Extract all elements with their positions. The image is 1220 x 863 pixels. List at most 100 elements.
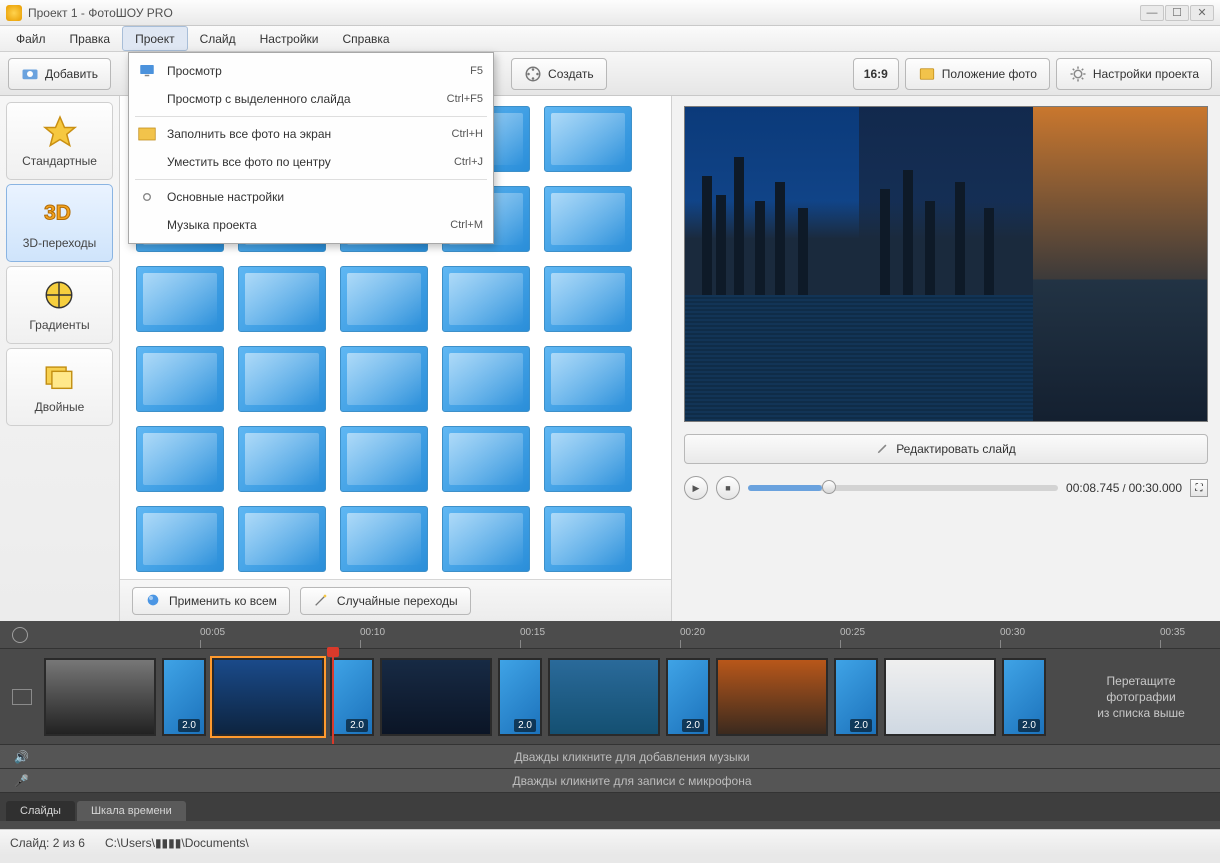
3d-icon: 3D xyxy=(42,196,78,232)
menu-item-preview[interactable]: Просмотр F5 xyxy=(129,57,493,85)
minimize-button[interactable]: — xyxy=(1140,5,1164,21)
menu-file[interactable]: Файл xyxy=(4,26,58,51)
aspect-ratio-button[interactable]: 16:9 xyxy=(853,58,899,90)
transition-thumb[interactable] xyxy=(544,106,632,172)
timeline-clip[interactable] xyxy=(716,658,828,736)
random-button[interactable]: Случайные переходы xyxy=(300,587,471,615)
svg-text:3D: 3D xyxy=(44,201,71,224)
timeline-transition[interactable]: 2.0 xyxy=(666,658,710,736)
video-track[interactable]: 2.0 2.0 2.0 2.0 2.0 2.0 Перетащитефотогр… xyxy=(0,649,1220,745)
timeline-transition[interactable]: 2.0 xyxy=(330,658,374,736)
menu-settings[interactable]: Настройки xyxy=(248,26,331,51)
timeline-clip[interactable] xyxy=(884,658,996,736)
timeline-transition[interactable]: 2.0 xyxy=(162,658,206,736)
ruler-tick: 00:35 xyxy=(1160,621,1185,648)
clip-duration: 2.0 xyxy=(514,719,536,732)
transition-thumb[interactable] xyxy=(238,506,326,572)
menu-separator xyxy=(135,179,487,180)
create-button[interactable]: Создать xyxy=(511,58,607,90)
category-label: Градиенты xyxy=(29,318,89,332)
window-titlebar: Проект 1 - ФотоШОУ PRO — ☐ ✕ xyxy=(0,0,1220,26)
pencil-icon xyxy=(876,441,890,458)
transition-thumb[interactable] xyxy=(442,266,530,332)
mic-track[interactable]: 🎤 Дважды кликните для записи с микрофона xyxy=(0,769,1220,793)
transition-thumb[interactable] xyxy=(544,506,632,572)
project-settings-button[interactable]: Настройки проекта xyxy=(1056,58,1212,90)
menu-slide[interactable]: Слайд xyxy=(188,26,248,51)
transition-thumb[interactable] xyxy=(442,426,530,492)
category-label: 3D-переходы xyxy=(23,236,97,250)
tab-slides[interactable]: Слайды xyxy=(6,801,75,821)
status-path: C:\Users\▮▮▮▮\Documents\ xyxy=(105,836,249,850)
ruler-tick: 00:20 xyxy=(680,621,705,648)
timeline-clip[interactable] xyxy=(44,658,156,736)
transition-thumb[interactable] xyxy=(136,506,224,572)
menu-item-preview-from-slide[interactable]: Просмотр с выделенного слайда Ctrl+F5 xyxy=(129,85,493,113)
menubar: Файл Правка Проект Слайд Настройки Справ… xyxy=(0,26,1220,52)
add-label: Добавить xyxy=(45,67,98,81)
category-3d[interactable]: 3D 3D-переходы xyxy=(6,184,113,262)
transition-thumb[interactable] xyxy=(340,506,428,572)
transition-thumb[interactable] xyxy=(442,346,530,412)
seek-slider[interactable] xyxy=(748,485,1058,491)
transition-thumb[interactable] xyxy=(238,426,326,492)
category-gradients[interactable]: Градиенты xyxy=(6,266,113,344)
wand-icon xyxy=(313,592,331,610)
transition-thumb[interactable] xyxy=(544,346,632,412)
music-track[interactable]: 🔊 Дважды кликните для добавления музыки xyxy=(0,745,1220,769)
play-button[interactable]: ▶ xyxy=(684,476,708,500)
add-button[interactable]: Добавить xyxy=(8,58,111,90)
photo-icon xyxy=(918,65,936,83)
app-icon xyxy=(6,5,22,21)
playhead[interactable] xyxy=(332,649,334,744)
clip-duration: 2.0 xyxy=(850,719,872,732)
photo-position-button[interactable]: Положение фото xyxy=(905,58,1050,90)
timeline-clip[interactable] xyxy=(212,658,324,736)
menu-item-project-music[interactable]: Музыка проекта Ctrl+M xyxy=(129,211,493,239)
maximize-button[interactable]: ☐ xyxy=(1165,5,1189,21)
transition-thumb[interactable] xyxy=(340,266,428,332)
transition-thumb[interactable] xyxy=(238,346,326,412)
transition-thumb[interactable] xyxy=(544,426,632,492)
sphere-icon xyxy=(42,278,78,314)
transition-thumb[interactable] xyxy=(340,426,428,492)
ruler-tick: 00:15 xyxy=(520,621,545,648)
transition-thumb[interactable] xyxy=(238,266,326,332)
transition-thumb[interactable] xyxy=(544,186,632,252)
menu-help[interactable]: Справка xyxy=(330,26,401,51)
transition-thumb[interactable] xyxy=(136,426,224,492)
timeline-transition[interactable]: 2.0 xyxy=(498,658,542,736)
clip-duration: 2.0 xyxy=(682,719,704,732)
gear-icon xyxy=(137,187,157,207)
project-settings-label: Настройки проекта xyxy=(1093,67,1199,81)
clip-duration: 2.0 xyxy=(346,719,368,732)
edit-slide-button[interactable]: Редактировать слайд xyxy=(684,434,1208,464)
menu-item-main-settings[interactable]: Основные настройки xyxy=(129,183,493,211)
timeline-transition[interactable]: 2.0 xyxy=(1002,658,1046,736)
transition-thumb[interactable] xyxy=(340,346,428,412)
category-standard[interactable]: Стандартные xyxy=(6,102,113,180)
close-button[interactable]: ✕ xyxy=(1190,5,1214,21)
apply-all-button[interactable]: Применить ко всем xyxy=(132,587,290,615)
mic-icon: 🎤 xyxy=(14,774,28,788)
ruler-tick: 00:25 xyxy=(840,621,865,648)
tab-timeline[interactable]: Шкала времени xyxy=(77,801,186,821)
timeline-transition[interactable]: 2.0 xyxy=(834,658,878,736)
transition-thumb[interactable] xyxy=(544,266,632,332)
fullscreen-button[interactable]: ⛶ xyxy=(1190,479,1208,497)
photo-icon xyxy=(137,124,157,144)
transition-thumb[interactable] xyxy=(442,506,530,572)
category-double[interactable]: Двойные xyxy=(6,348,113,426)
stop-button[interactable]: ■ xyxy=(716,476,740,500)
transition-thumb[interactable] xyxy=(136,266,224,332)
menu-item-center-photos[interactable]: Уместить все фото по центру Ctrl+J xyxy=(129,148,493,176)
time-ruler[interactable]: 00:05 00:10 00:15 00:20 00:25 00:30 00:3… xyxy=(0,621,1220,649)
photo-position-label: Положение фото xyxy=(942,67,1037,81)
menu-separator xyxy=(135,116,487,117)
timeline-clip[interactable] xyxy=(380,658,492,736)
menu-edit[interactable]: Правка xyxy=(58,26,123,51)
menu-item-fill-photos[interactable]: Заполнить все фото на экран Ctrl+H xyxy=(129,120,493,148)
transition-thumb[interactable] xyxy=(136,346,224,412)
timeline-clip[interactable] xyxy=(548,658,660,736)
menu-project[interactable]: Проект xyxy=(122,26,188,51)
